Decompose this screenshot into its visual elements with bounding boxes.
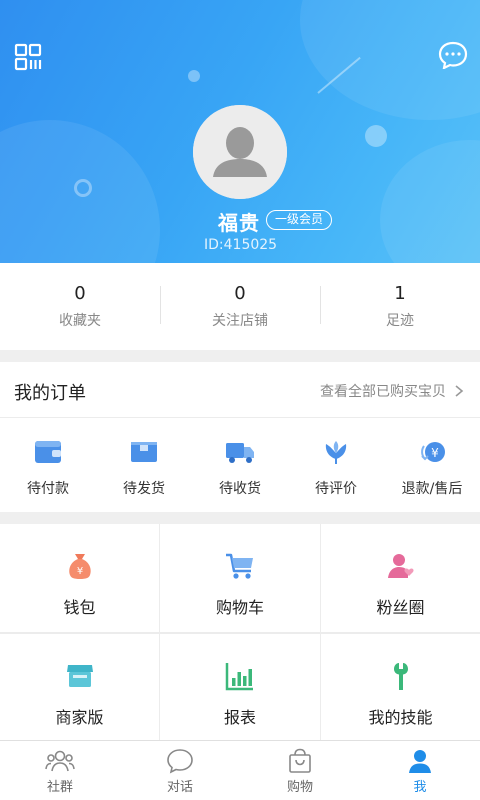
order-status-label: 待付款 bbox=[27, 481, 69, 497]
refund-yen-icon: ¥ bbox=[421, 442, 445, 462]
tab-label: 对话 bbox=[166, 780, 193, 795]
tab-community[interactable]: 社群 bbox=[0, 741, 120, 800]
person-silhouette-icon bbox=[193, 105, 287, 199]
shopping-bag-icon bbox=[289, 748, 311, 773]
community-icon bbox=[45, 750, 75, 772]
money-bag-icon: ¥ bbox=[68, 554, 91, 579]
cart-icon bbox=[226, 553, 253, 579]
bottom-tab-bar: 社群 对话 购物 我 bbox=[0, 740, 480, 800]
avatar[interactable] bbox=[193, 105, 287, 199]
svg-text:¥: ¥ bbox=[76, 566, 82, 577]
order-pending-receipt[interactable]: 待收货 bbox=[192, 418, 288, 512]
function-grid: ¥ 钱包 购物车 粉丝圈 商家版 报表 我的技能 bbox=[0, 524, 480, 740]
grid-item-label: 钱包 bbox=[63, 598, 96, 617]
profile-page: 福贵 一级会员 ID:415025 0 收藏夹 0 关注店铺 1 足迹 我的订单… bbox=[0, 0, 480, 800]
chat-icon bbox=[167, 749, 193, 774]
grid-item-merchant[interactable]: 商家版 bbox=[0, 634, 159, 740]
flower-icon bbox=[325, 441, 347, 464]
qr-grid-icon[interactable] bbox=[14, 43, 42, 71]
stats-bar: 0 收藏夹 0 关注店铺 1 足迹 bbox=[0, 263, 480, 350]
tab-label: 我 bbox=[413, 780, 427, 795]
stat-label: 足迹 bbox=[386, 312, 414, 329]
grid-item-skills[interactable]: 我的技能 bbox=[321, 634, 480, 740]
orders-status-row: 待付款 待发货 待收货 待评价 ¥ 退款/售后 bbox=[0, 418, 480, 512]
tab-me[interactable]: 我 bbox=[360, 741, 480, 800]
tab-chat[interactable]: 对话 bbox=[120, 741, 240, 800]
tab-label: 购物 bbox=[286, 780, 313, 795]
stat-value: 1 bbox=[394, 282, 406, 304]
stat-favorites[interactable]: 0 收藏夹 bbox=[0, 282, 160, 332]
view-all-orders-label: 查看全部已购买宝贝 bbox=[320, 384, 446, 400]
header-decoration bbox=[74, 179, 92, 197]
chat-bubble-icon[interactable] bbox=[438, 41, 468, 70]
header-decoration bbox=[365, 125, 387, 147]
username: 福贵 bbox=[218, 211, 260, 235]
grid-item-reports[interactable]: 报表 bbox=[160, 634, 320, 740]
stat-footprints[interactable]: 1 足迹 bbox=[320, 282, 480, 332]
order-refund-aftersale[interactable]: ¥ 退款/售后 bbox=[384, 418, 480, 512]
stat-value: 0 bbox=[74, 282, 86, 304]
order-status-label: 退款/售后 bbox=[401, 481, 463, 497]
wrench-icon bbox=[393, 663, 408, 690]
stat-followed-shops[interactable]: 0 关注店铺 bbox=[160, 282, 320, 332]
header-decoration bbox=[380, 140, 480, 263]
order-pending-review[interactable]: 待评价 bbox=[288, 418, 384, 512]
member-level-badge: 一级会员 bbox=[266, 210, 333, 230]
stat-label: 关注店铺 bbox=[212, 312, 268, 329]
order-pending-shipment[interactable]: 待发货 bbox=[96, 418, 192, 512]
grid-item-label: 我的技能 bbox=[368, 708, 433, 727]
profile-header: 福贵 一级会员 ID:415025 bbox=[0, 0, 480, 263]
grid-item-cart[interactable]: 购物车 bbox=[160, 524, 320, 632]
grid-item-fans[interactable]: 粉丝圈 bbox=[321, 524, 480, 632]
stat-label: 收藏夹 bbox=[59, 312, 101, 329]
grid-item-label: 购物车 bbox=[215, 598, 264, 617]
order-status-label: 待收货 bbox=[219, 481, 261, 497]
chevron-right-icon bbox=[455, 385, 464, 397]
view-all-orders-link[interactable]: 查看全部已购买宝贝 bbox=[320, 381, 466, 401]
grid-item-label: 粉丝圈 bbox=[376, 598, 425, 617]
grid-item-label: 报表 bbox=[223, 708, 256, 727]
wallet-icon bbox=[35, 441, 61, 463]
stat-value: 0 bbox=[234, 282, 246, 304]
user-id: ID:415025 bbox=[204, 237, 278, 253]
me-icon bbox=[409, 750, 431, 773]
chart-icon bbox=[225, 663, 253, 691]
order-pending-payment[interactable]: 待付款 bbox=[0, 418, 96, 512]
box-icon bbox=[131, 442, 157, 462]
tab-label: 社群 bbox=[46, 780, 73, 795]
orders-header: 我的订单 查看全部已购买宝贝 bbox=[0, 362, 480, 418]
order-status-label: 待评价 bbox=[315, 481, 357, 497]
order-status-label: 待发货 bbox=[123, 481, 165, 497]
grid-item-label: 商家版 bbox=[55, 708, 104, 727]
header-decoration bbox=[188, 70, 200, 82]
store-icon bbox=[66, 665, 93, 687]
orders-title: 我的订单 bbox=[14, 383, 86, 404]
svg-text:¥: ¥ bbox=[431, 446, 439, 460]
fans-icon bbox=[387, 554, 414, 578]
truck-icon bbox=[226, 443, 254, 463]
grid-item-wallet[interactable]: ¥ 钱包 bbox=[0, 524, 159, 632]
tab-shopping[interactable]: 购物 bbox=[240, 741, 360, 800]
